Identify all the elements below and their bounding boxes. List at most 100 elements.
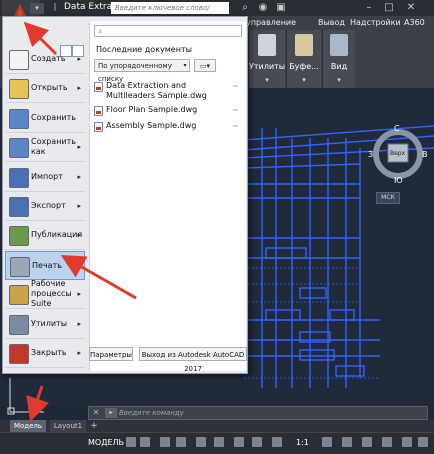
workspace-gear-icon[interactable] [322, 437, 332, 447]
quick-access-separator-icon: | [53, 2, 57, 11]
app-menu-item[interactable]: Сохранить [5, 104, 85, 133]
view-mode-select[interactable]: ▭▾ [194, 59, 216, 72]
otrack-icon[interactable] [214, 437, 224, 447]
command-line: ✕ ▸ Введите команду [88, 406, 428, 420]
navcube-south[interactable]: Ю [394, 176, 403, 185]
app-menu-item[interactable]: Импорт ▸ [5, 163, 85, 192]
ribbon-group-view[interactable]: Вид ▾ [322, 30, 355, 88]
chevron-down-icon: ▾ [302, 76, 306, 84]
ribbon-tab-manage[interactable]: управление [246, 18, 296, 27]
chevron-right-icon: ▸ [77, 231, 81, 240]
model-space-toggle[interactable]: МОДЕЛЬ [88, 438, 124, 447]
binoculars-icon[interactable]: ⌕ [236, 1, 254, 14]
annotation-scale-value[interactable]: 1:1 [296, 438, 309, 447]
pin-icon[interactable]: ⊸ [232, 82, 238, 90]
utilities-icon [9, 314, 29, 335]
app-menu-item-label: Рабочие процессы Suite [31, 279, 72, 309]
recent-document-item[interactable]: Data Extraction and Multileaders Sample.… [94, 81, 242, 101]
app-menu-item-label: Сохранить [31, 112, 76, 122]
navcube-east[interactable]: В [422, 150, 428, 159]
chevron-right-icon: ▸ [77, 290, 81, 299]
grid-icon[interactable] [126, 437, 136, 447]
ucs-menu[interactable]: МСК [376, 192, 400, 204]
ribbon-group-label: Буфе... [289, 62, 319, 71]
navcube-west[interactable]: З [368, 150, 373, 159]
isolate-objects-icon[interactable] [362, 437, 372, 447]
chevron-down-icon[interactable]: ▾ [180, 59, 190, 72]
export-icon [9, 197, 29, 217]
navcube-top-face[interactable]: Верх [390, 150, 405, 157]
command-input[interactable]: Введите команду [119, 407, 419, 419]
ribbon-group-clipboard[interactable]: Буфе... ▾ [286, 30, 321, 88]
customize-menu-icon[interactable] [418, 437, 428, 447]
annotation-visibility-icon[interactable] [252, 437, 262, 447]
annotation-add-icon[interactable] [342, 437, 352, 447]
app-menu-item-label: Закрыть [31, 348, 67, 357]
osnap-icon[interactable] [196, 437, 206, 447]
chevron-right-icon: ▸ [77, 55, 81, 63]
open-folder-icon [9, 79, 29, 100]
suite-workflows-icon [9, 285, 29, 306]
new-file-icon [9, 50, 29, 70]
ortho-icon[interactable] [160, 437, 170, 447]
app-menu-item[interactable]: Открыть ▸ [5, 74, 85, 104]
app-menu-item[interactable]: Сохранить как ▸ [5, 133, 85, 163]
dwg-file-icon [94, 82, 103, 92]
ucs-icon [6, 376, 46, 416]
ribbon-group-utilities[interactable]: Утилиты ▾ [248, 30, 285, 88]
options-button[interactable]: Параметры [89, 347, 133, 361]
snap-icon[interactable] [140, 437, 150, 447]
annotation-scale-icon[interactable] [272, 437, 282, 447]
tab-model[interactable]: Модель [10, 420, 46, 432]
recent-document-item[interactable]: Floor Plan Sample.dwg ⊸ [94, 105, 242, 117]
app-menu-item[interactable]: Публикация ▸ [5, 221, 85, 251]
view-icon [330, 34, 348, 56]
command-prompt-icon[interactable]: ▸ [105, 408, 117, 418]
app-menu-item[interactable]: Закрыть ▸ [5, 339, 85, 368]
sort-order-select[interactable]: По упорядоченному списку [94, 59, 190, 83]
minimize-icon[interactable]: – [360, 1, 378, 14]
chevron-right-icon: ▸ [77, 143, 81, 152]
cart-icon[interactable]: ▣ [272, 1, 290, 14]
close-icon[interactable]: ✕ [91, 408, 101, 418]
app-menu-item[interactable]: Экспорт ▸ [5, 192, 85, 221]
lineweight-icon[interactable] [234, 437, 244, 447]
close-icon[interactable]: ✕ [402, 1, 420, 14]
recent-document-name: Floor Plan Sample.dwg [106, 105, 198, 114]
polar-icon[interactable] [176, 437, 186, 447]
clean-screen-icon[interactable] [402, 437, 412, 447]
help-search-input[interactable]: Введите ключевое слово/фразу [111, 2, 229, 24]
calculator-icon [258, 34, 276, 56]
user-icon[interactable]: ◉ [254, 1, 272, 14]
add-layout-button[interactable]: + [88, 420, 100, 432]
chevron-right-icon: ▸ [77, 349, 81, 357]
chevron-right-icon: ▸ [77, 319, 81, 328]
ribbon-tab-addins[interactable]: Надстройки [350, 18, 401, 27]
pin-icon[interactable]: ⊸ [232, 122, 238, 130]
app-menu-item[interactable]: Рабочие процессы Suite ▸ [5, 279, 85, 310]
import-icon [9, 167, 29, 188]
pin-icon[interactable]: ⊸ [232, 106, 238, 114]
app-menu-item[interactable]: Создать ▸ [5, 45, 85, 74]
recent-document-item[interactable]: Assembly Sample.dwg ⊸ [94, 121, 242, 133]
app-menu-item-label: Сохранить как [31, 137, 76, 157]
app-menu-item[interactable]: Печать ▸ [5, 250, 85, 280]
hardware-acceleration-icon[interactable] [382, 437, 392, 447]
exit-autocad-button[interactable]: Выход из Autodesk AutoCAD 2017 [139, 347, 247, 373]
app-menu-item[interactable]: Утилиты ▸ [5, 310, 85, 339]
app-menu-item-label: Импорт [31, 171, 63, 181]
navigation-cube[interactable]: С Ю З В Верх [362, 120, 434, 192]
tab-layout1[interactable]: Layout1 [50, 420, 86, 432]
navcube-north[interactable]: С [394, 124, 400, 133]
app-menu-item-label: Открыть [31, 83, 68, 93]
chevron-right-icon: ▸ [77, 172, 81, 181]
ribbon-tab-output[interactable]: Вывод [318, 18, 345, 27]
maximize-icon[interactable]: □ [380, 1, 398, 14]
app-menu-commands: Создать ▸ Открыть ▸ Сохранить Сохранить как ▸ И… [3, 45, 85, 371]
search-icon: ⌕ [98, 27, 103, 36]
app-menu-dropdown-button[interactable]: ▾ [30, 3, 44, 14]
menu-search-input[interactable]: ⌕ [94, 25, 242, 37]
chevron-down-icon: ▾ [265, 76, 269, 84]
ribbon-tab-a360[interactable]: А360 [404, 18, 425, 27]
application-menu: Создать ▸ Открыть ▸ Сохранить Сохранить как ▸ И… [2, 16, 248, 374]
